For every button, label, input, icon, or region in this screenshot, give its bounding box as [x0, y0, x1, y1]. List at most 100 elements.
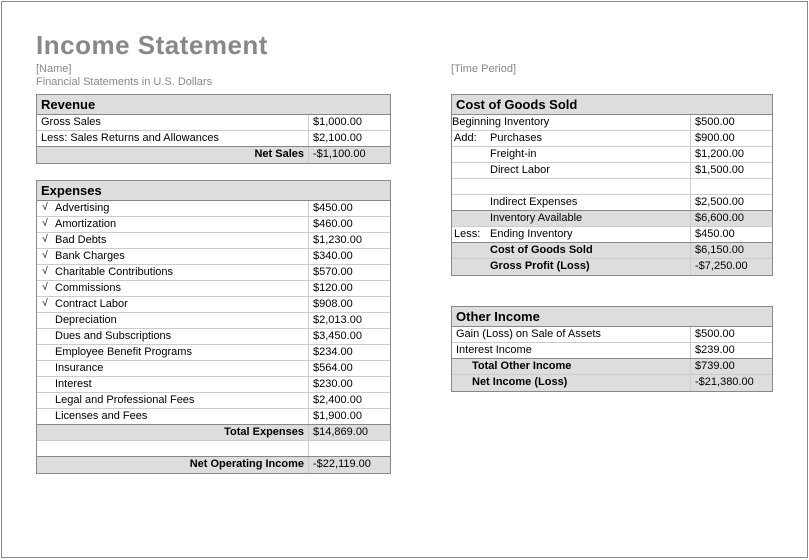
row-value: $234.00	[308, 345, 390, 360]
table-row: Add: Purchases $900.00	[452, 131, 772, 147]
row-value: $500.00	[690, 115, 772, 130]
row-value: $6,600.00	[690, 211, 772, 226]
table-row: Freight-in $1,200.00	[452, 147, 772, 163]
row-value: $460.00	[308, 217, 390, 232]
row-value: $1,900.00	[308, 409, 390, 424]
row-value: $6,150.00	[690, 243, 772, 258]
table-row: Interest Income $239.00	[452, 343, 772, 359]
row-label: Gain (Loss) on Sale of Assets	[452, 327, 690, 342]
check-mark: √	[37, 281, 53, 296]
row-label: Total Expenses	[37, 425, 308, 440]
row-value: $1,230.00	[308, 233, 390, 248]
row-prefix	[452, 195, 488, 210]
row-value: $340.00	[308, 249, 390, 264]
columns: Revenue Gross Sales $1,000.00 Less: Sale…	[36, 94, 773, 490]
row-label: Interest	[53, 377, 308, 392]
row-value: $2,100.00	[308, 131, 390, 146]
revenue-section: Revenue Gross Sales $1,000.00 Less: Sale…	[36, 94, 391, 164]
expenses-header: Expenses	[37, 181, 390, 201]
check-mark: √	[37, 201, 53, 216]
row-label: Beginning Inventory	[488, 115, 690, 130]
row-value: $570.00	[308, 265, 390, 280]
row-value: $900.00	[690, 131, 772, 146]
row-value: -$22,119.00	[308, 457, 390, 473]
row-label: Bad Debts	[53, 233, 308, 248]
meta-row: [Name] [Time Period]	[36, 63, 773, 75]
row-label: Legal and Professional Fees	[53, 393, 308, 408]
check-mark	[37, 361, 53, 376]
row-label: Ending Inventory	[488, 227, 690, 242]
row-value: $500.00	[690, 327, 772, 342]
table-row: Insurance$564.00	[37, 361, 390, 377]
row-prefix	[452, 211, 488, 226]
table-row: Less: Ending Inventory $450.00	[452, 227, 772, 243]
table-row: √Commissions$120.00	[37, 281, 390, 297]
total-expenses-row: Total Expenses $14,869.00	[37, 425, 390, 441]
row-value: $2,400.00	[308, 393, 390, 408]
row-label: Bank Charges	[53, 249, 308, 264]
blank-row	[452, 179, 772, 195]
row-label: Freight-in	[488, 147, 690, 162]
row-label: Insurance	[53, 361, 308, 376]
table-row: √Bank Charges$340.00	[37, 249, 390, 265]
table-row: √Advertising$450.00	[37, 201, 390, 217]
row-label: Commissions	[53, 281, 308, 296]
check-mark: √	[37, 249, 53, 264]
income-statement-page: Income Statement [Name] [Time Period] Fi…	[1, 1, 808, 558]
table-row: Legal and Professional Fees$2,400.00	[37, 393, 390, 409]
row-label: Advertising	[53, 201, 308, 216]
other-income-header: Other Income	[452, 307, 772, 327]
check-mark: √	[37, 233, 53, 248]
name-placeholder: [Name]	[36, 63, 391, 75]
check-mark: √	[37, 217, 53, 232]
check-mark: √	[37, 265, 53, 280]
row-value: $450.00	[690, 227, 772, 242]
table-row: Less: Sales Returns and Allowances $2,10…	[37, 131, 390, 147]
row-label: Cost of Goods Sold	[488, 243, 690, 258]
row-value: -$7,250.00	[690, 259, 772, 275]
table-row: Beginning Inventory $500.00	[452, 115, 772, 131]
table-row: √Amortization$460.00	[37, 217, 390, 233]
row-label: Interest Income	[452, 343, 690, 358]
cogs-total-row: Cost of Goods Sold $6,150.00	[452, 243, 772, 259]
row-label: Contract Labor	[53, 297, 308, 312]
row-value: $230.00	[308, 377, 390, 392]
cogs-header: Cost of Goods Sold	[452, 95, 772, 115]
row-value: $908.00	[308, 297, 390, 312]
row-label: Amortization	[53, 217, 308, 232]
table-row: Interest$230.00	[37, 377, 390, 393]
row-label: Employee Benefit Programs	[53, 345, 308, 360]
gross-profit-row: Gross Profit (Loss) -$7,250.00	[452, 259, 772, 275]
row-value: $1,000.00	[308, 115, 390, 130]
row-prefix	[452, 163, 488, 178]
net-sales-row: Net Sales -$1,100.00	[37, 147, 390, 163]
row-label: Dues and Subscriptions	[53, 329, 308, 344]
check-mark	[37, 393, 53, 408]
table-row: Dues and Subscriptions$3,450.00	[37, 329, 390, 345]
row-label: Licenses and Fees	[53, 409, 308, 424]
row-value: $2,013.00	[308, 313, 390, 328]
check-mark	[37, 345, 53, 360]
blank-row	[37, 441, 390, 457]
row-prefix: Less:	[452, 227, 488, 242]
net-operating-row: Net Operating Income -$22,119.00	[37, 457, 390, 473]
table-row: Employee Benefit Programs$234.00	[37, 345, 390, 361]
row-prefix	[452, 259, 488, 275]
check-mark	[37, 329, 53, 344]
row-value: $1,200.00	[690, 147, 772, 162]
right-column: Cost of Goods Sold Beginning Inventory $…	[451, 94, 773, 408]
check-mark: √	[37, 297, 53, 312]
table-row: Gain (Loss) on Sale of Assets $500.00	[452, 327, 772, 343]
row-label: Charitable Contributions	[53, 265, 308, 280]
row-prefix: Add:	[452, 131, 488, 146]
other-income-section: Other Income Gain (Loss) on Sale of Asse…	[451, 306, 773, 392]
row-value: $564.00	[308, 361, 390, 376]
total-other-income-row: Total Other Income $739.00	[452, 359, 772, 375]
row-value: -$1,100.00	[308, 147, 390, 163]
page-title: Income Statement	[36, 30, 773, 61]
row-label: Net Operating Income	[37, 457, 308, 473]
row-prefix	[452, 243, 488, 258]
cogs-section: Cost of Goods Sold Beginning Inventory $…	[451, 94, 773, 276]
table-row: √Bad Debts$1,230.00	[37, 233, 390, 249]
row-label: Gross Profit (Loss)	[488, 259, 690, 275]
